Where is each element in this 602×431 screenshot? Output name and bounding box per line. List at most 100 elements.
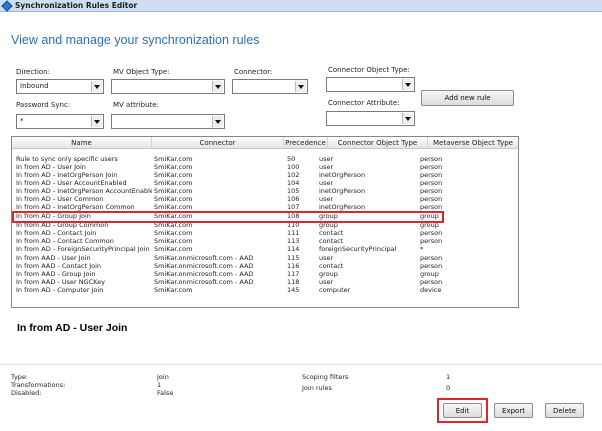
cell-connector-object-type: contact bbox=[319, 228, 344, 237]
cell-connector-object-type: user bbox=[319, 154, 334, 163]
cell-precedence: 117 bbox=[287, 269, 300, 278]
cell-connector-object-type: computer bbox=[319, 285, 351, 294]
chevron-down-icon[interactable] bbox=[402, 113, 413, 124]
cell-connector: SmiKar.onmicrosoft.com - AAD bbox=[154, 253, 254, 262]
chevron-down-icon[interactable] bbox=[402, 79, 413, 90]
cell-metaverse-object-type: person bbox=[420, 154, 443, 163]
cell-connector-object-type: user bbox=[319, 277, 334, 286]
cell-connector-object-type: user bbox=[319, 253, 334, 262]
mv-object-type-label: MV Object Type: bbox=[113, 68, 170, 76]
cell-connector-object-type: user bbox=[319, 194, 334, 203]
connector-label: Connector: bbox=[234, 68, 273, 76]
direction-select[interactable]: Inbound bbox=[16, 79, 104, 94]
password-sync-value: * bbox=[20, 117, 24, 125]
cell-name: In from AAD - Group Join bbox=[16, 269, 96, 278]
cell-connector: SmiKar.com bbox=[154, 178, 193, 187]
join-rules-label: Join rules bbox=[302, 384, 332, 392]
cell-metaverse-object-type: person bbox=[420, 228, 443, 237]
chevron-down-icon[interactable] bbox=[91, 116, 102, 127]
cell-metaverse-object-type: person bbox=[420, 178, 443, 187]
cell-precedence: 106 bbox=[287, 194, 300, 203]
title-bar: Synchronization Rules Editor bbox=[0, 0, 602, 12]
connector-object-type-select[interactable] bbox=[326, 77, 415, 92]
cell-name: In from AAD - User NGCKey bbox=[16, 277, 105, 286]
cell-precedence: 107 bbox=[287, 202, 300, 211]
password-sync-select[interactable]: * bbox=[16, 114, 104, 129]
connector-select[interactable] bbox=[232, 79, 308, 94]
cell-precedence: 118 bbox=[287, 277, 300, 286]
cell-precedence: 105 bbox=[287, 186, 300, 195]
mv-attribute-select[interactable] bbox=[111, 114, 225, 129]
table-row[interactable]: In from AD - ForeignSecurityPrincipal Jo… bbox=[12, 245, 518, 254]
disabled-value: False bbox=[157, 389, 174, 397]
cell-metaverse-object-type: person bbox=[420, 186, 443, 195]
cell-connector: SmiKar.com bbox=[154, 285, 193, 294]
cell-connector: SmiKar.onmicrosoft.com - AAD bbox=[154, 261, 254, 270]
mv-object-type-select[interactable] bbox=[111, 79, 225, 94]
cell-precedence: 100 bbox=[287, 162, 300, 171]
chevron-down-icon[interactable] bbox=[295, 81, 306, 92]
highlighted-row-outline bbox=[12, 211, 444, 223]
cell-precedence: 115 bbox=[287, 253, 300, 262]
cell-metaverse-object-type: * bbox=[420, 244, 424, 253]
cell-metaverse-object-type: person bbox=[420, 253, 443, 262]
cell-connector-object-type: contact bbox=[319, 261, 344, 270]
cell-name: In from AD - Contact Join bbox=[16, 228, 97, 237]
chevron-down-icon[interactable] bbox=[212, 81, 223, 92]
cell-precedence: 111 bbox=[287, 228, 300, 237]
column-header-name[interactable]: Name bbox=[12, 137, 152, 149]
cell-connector: SmiKar.com bbox=[154, 228, 193, 237]
chevron-down-icon[interactable] bbox=[212, 116, 223, 127]
cell-name: In from AAD - Contact Join bbox=[16, 261, 102, 270]
cell-metaverse-object-type: person bbox=[420, 261, 443, 270]
export-button[interactable]: Export bbox=[494, 403, 533, 418]
cell-connector-object-type: inetOrgPerson bbox=[319, 170, 366, 179]
password-sync-label: Password Sync: bbox=[16, 101, 71, 109]
chevron-down-icon[interactable] bbox=[91, 81, 102, 92]
cell-metaverse-object-type: person bbox=[420, 162, 443, 171]
cell-connector: SmiKar.com bbox=[154, 236, 193, 245]
type-label: Type: bbox=[11, 373, 29, 381]
cell-metaverse-object-type: person bbox=[420, 277, 443, 286]
column-header-connector-object-type[interactable]: Connector Object Type bbox=[328, 137, 428, 149]
window-title: Synchronization Rules Editor bbox=[15, 1, 138, 10]
scoping-filters-value: 1 bbox=[446, 373, 451, 381]
cell-precedence: 116 bbox=[287, 261, 300, 270]
scoping-filters-label: Scoping filters bbox=[302, 373, 349, 381]
cell-precedence: 104 bbox=[287, 178, 300, 187]
cell-connector: SmiKar.com bbox=[154, 154, 193, 163]
table-row[interactable]: In from AD - Computer Join SmiKar.com 145 c… bbox=[12, 286, 518, 295]
cell-precedence: 113 bbox=[287, 236, 300, 245]
connector-attribute-select[interactable] bbox=[326, 111, 415, 126]
cell-connector: SmiKar.com bbox=[154, 162, 193, 171]
cell-connector-object-type: group bbox=[319, 269, 338, 278]
cell-connector: SmiKar.com bbox=[154, 170, 193, 179]
cell-name: In from AD - User Common bbox=[16, 194, 104, 203]
cell-connector-object-type: user bbox=[319, 178, 334, 187]
cell-metaverse-object-type: person bbox=[420, 236, 443, 245]
add-new-rule-button[interactable]: Add new rule bbox=[421, 90, 514, 106]
column-header-metaverse-object-type[interactable]: Metaverse Object Type bbox=[428, 137, 518, 149]
cell-connector-object-type: contact bbox=[319, 236, 344, 245]
cell-metaverse-object-type: group bbox=[420, 269, 439, 278]
delete-button[interactable]: Delete bbox=[545, 403, 584, 418]
edit-button-highlight bbox=[437, 398, 488, 423]
column-header-precedence[interactable]: Precedence bbox=[284, 137, 328, 149]
cell-connector: SmiKar.onmicrosoft.com - AAD bbox=[154, 277, 254, 286]
direction-label: Direction: bbox=[16, 68, 50, 76]
selected-rule-title: In from AD - User Join bbox=[17, 322, 128, 334]
column-header-connector[interactable]: Connector bbox=[152, 137, 284, 149]
grid-header: Name Connector Precedence Connector Obje… bbox=[12, 137, 518, 149]
cell-name: Rule to sync only specific users bbox=[16, 154, 118, 163]
cell-name: In from AD - ForeignSecurityPrincipal Jo… bbox=[16, 244, 152, 253]
cell-precedence: 114 bbox=[287, 244, 300, 253]
mv-attribute-label: MV attribute: bbox=[113, 101, 159, 109]
cell-metaverse-object-type: person bbox=[420, 194, 443, 203]
direction-value: Inbound bbox=[20, 82, 49, 90]
cell-connector-object-type: foreignSecurityPrincipal bbox=[319, 244, 397, 253]
cell-metaverse-object-type: person bbox=[420, 170, 443, 179]
cell-precedence: 50 bbox=[287, 154, 296, 163]
cell-connector-object-type: user bbox=[319, 162, 334, 171]
cell-metaverse-object-type: device bbox=[420, 285, 442, 294]
join-rules-value: 0 bbox=[446, 384, 451, 392]
